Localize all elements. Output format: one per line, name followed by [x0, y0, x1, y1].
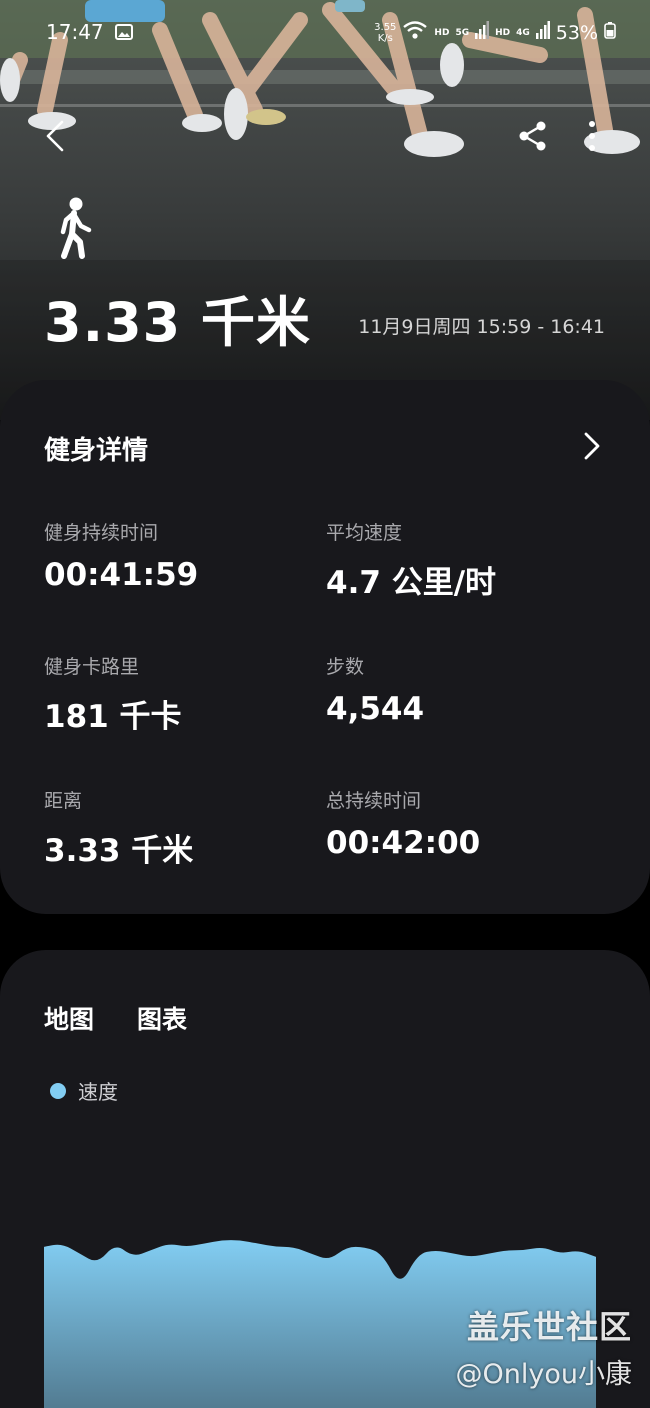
stat-calories: 健身卡路里 181 千卡	[44, 652, 182, 736]
share-icon	[519, 121, 546, 151]
details-title: 健身详情	[44, 436, 149, 466]
battery-icon	[604, 21, 616, 44]
signal-icon-2	[535, 21, 550, 44]
battery-percent: 53%	[555, 21, 598, 44]
workout-details-card: 健身详情 健身持续时间 00:41:59 平均速度 4.7 公里/时 健身卡路里…	[0, 380, 650, 914]
stat-label: 总持续时间	[326, 790, 422, 812]
stat-value: 00:42:00	[326, 825, 481, 861]
stat-label: 距离	[44, 790, 83, 812]
stat-value: 4,544	[326, 691, 425, 727]
hd-label-1: HD	[434, 27, 450, 38]
stat-value: 4.7 公里/时	[326, 565, 497, 601]
gallery-icon	[115, 24, 133, 44]
workout-date-range: 11月9日周四 15:59 - 16:41	[358, 316, 605, 338]
5g-label: 5G	[455, 27, 470, 38]
stat-duration: 健身持续时间 00:41:59	[44, 518, 198, 593]
watermark-community: 盖乐世社区	[466, 1308, 632, 1346]
stat-value: 181 千卡	[44, 699, 182, 735]
stat-value: 3.33 千米	[44, 833, 194, 869]
stat-steps: 步数 4,544	[326, 652, 424, 727]
signal-icon-1	[475, 21, 490, 44]
stat-avg-speed: 平均速度 4.7 公里/时	[326, 518, 496, 602]
stat-label: 健身持续时间	[44, 522, 159, 544]
total-distance: 3.33 千米	[44, 291, 312, 354]
stat-label: 步数	[326, 656, 365, 678]
more-vertical-icon	[589, 121, 595, 151]
4g-label: 4G	[516, 27, 530, 38]
hd-label-2: HD	[495, 27, 511, 38]
status-bar: 17:47 3.55 K/s HD 5G HD 4G 53%	[0, 0, 650, 62]
status-time: 17:47	[46, 20, 104, 44]
back-button[interactable]	[38, 118, 74, 154]
network-speed: 3.55 K/s	[374, 22, 396, 44]
walking-icon	[60, 197, 92, 259]
details-more-button[interactable]	[578, 430, 606, 462]
stat-label: 平均速度	[326, 522, 403, 544]
hero-banner: 17:47 3.55 K/s HD 5G HD 4G 53% 3.33 千米 1…	[0, 0, 650, 420]
stat-value: 00:41:59	[44, 557, 199, 593]
share-button[interactable]	[515, 118, 551, 154]
stat-distance: 距离 3.33 千米	[44, 786, 193, 870]
stat-total-duration: 总持续时间 00:42:00	[326, 786, 480, 861]
network-speed-value: 3.55	[374, 21, 397, 33]
wifi-icon	[402, 20, 428, 45]
watermark-author: @Onlyou小康	[455, 1359, 632, 1390]
back-arrow-icon	[46, 120, 64, 152]
status-indicators: 3.55 K/s HD 5G HD 4G 53%	[374, 20, 616, 45]
stat-label: 健身卡路里	[44, 656, 140, 678]
chevron-right-icon	[584, 432, 600, 460]
network-speed-unit: K/s	[377, 32, 393, 44]
more-options-button[interactable]	[578, 118, 614, 154]
